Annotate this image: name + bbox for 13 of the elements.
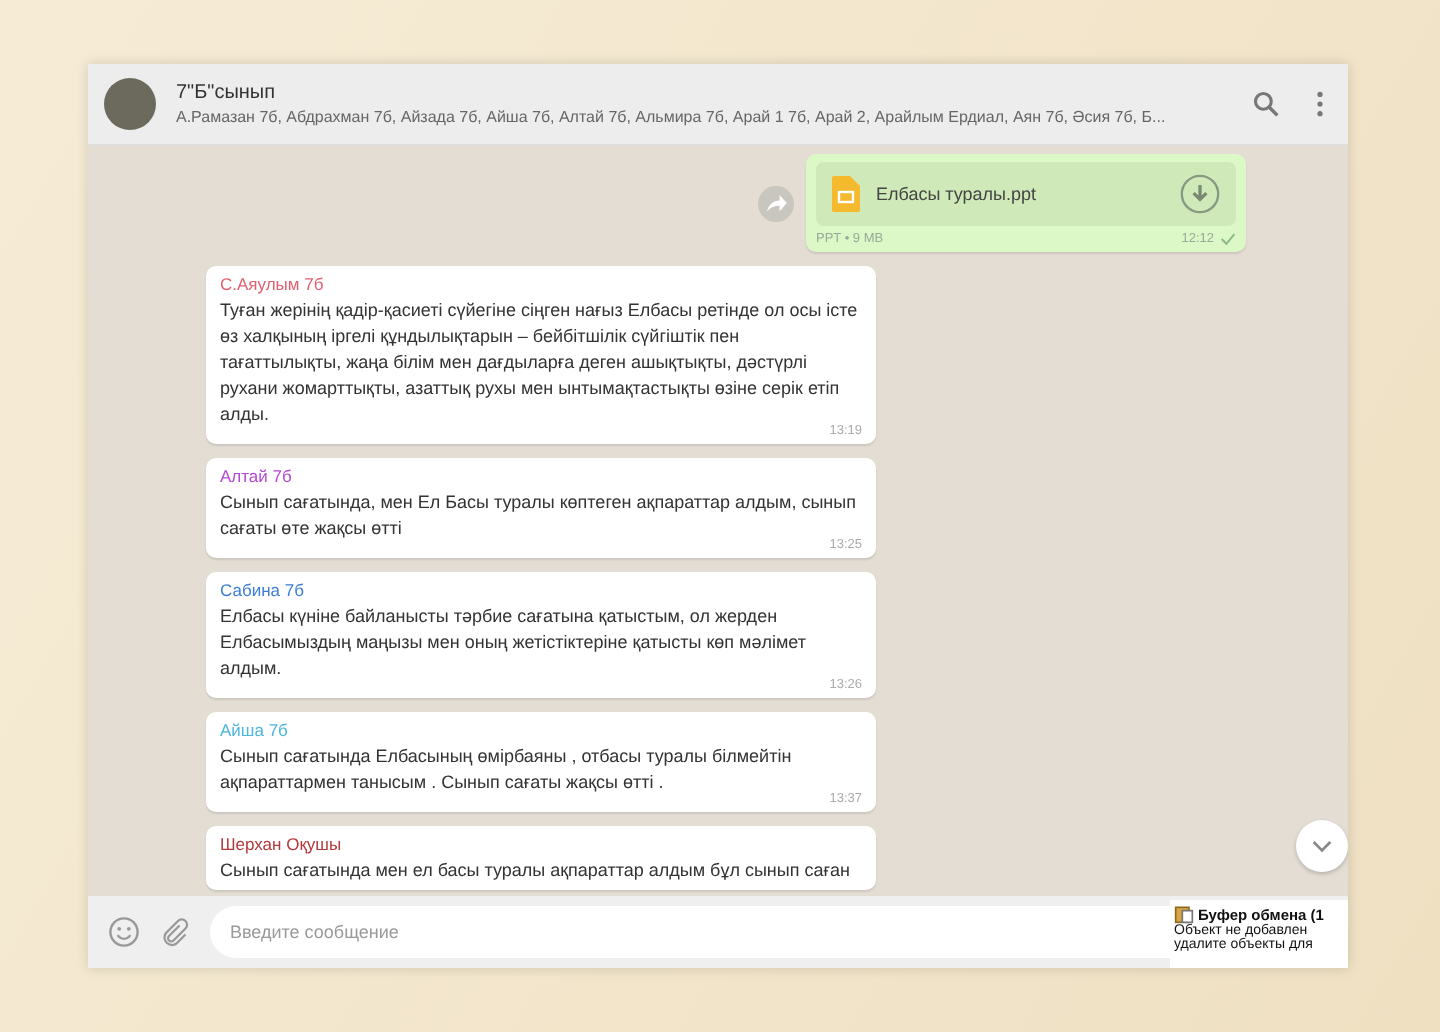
- message-text: Сынып сағатында мен ел басы туралы ақпараттар алдым бұл сынып саған: [220, 858, 852, 884]
- author-name: Сабина 7б: [220, 580, 306, 600]
- member-list: А.Рамазан 7б, Абдрахман 7б, Айзада 7б, Айша 7б, Алтай 7б, Альмира 7б, Арай 1 7б, Арай 2, Арайлым Ердиал, Аян 7б, Әсия 7б, Б...: [176, 108, 1216, 126]
- author-name: Шерхан Оқушы: [220, 834, 344, 854]
- message-text: Сынып сағатында, мен Ел Басы туралы көптеген ақпараттар алдым, сынып сағаты өте жақсы өтті: [220, 490, 858, 539]
- message-text: Елбасы күніне байланысты тәрбие сағатына қатыстым, ол жерден Елбасымыздың маңызы мен оның жетістіктеріне қатысты көп мәлімет алдым.: [220, 604, 808, 682]
- author-name: Алтай 7б: [220, 466, 294, 486]
- author-name: С.Аяулым 7б: [220, 274, 326, 294]
- chat-title: 7"Б"сынып: [176, 82, 278, 104]
- message-text: Туған жерінің қадір-қасиеті сүйегіне сіңген нағыз Елбасы ретінде ол осы істе өз халқының іргелі құндылықтарын – бейбітшілік сүйгіштік пен тағаттылықты, жаңа білім мен дағдыларға деген ашықтықты, дәстүрлі рухани жомарттықты, азаттық рухы мен ынтымақтастықты өзіне серік етіп алды.: [220, 298, 860, 425]
- message-text: Сынып сағатында Елбасының өмірбаяны , отбасы туралы білмейтін ақпараттармен танысым . Сынып сағаты жақсы өтті .: [220, 744, 794, 796]
- file-name: Елбасы туралы.ppt: [876, 184, 1039, 204]
- author-name: Айша 7б: [220, 720, 290, 740]
